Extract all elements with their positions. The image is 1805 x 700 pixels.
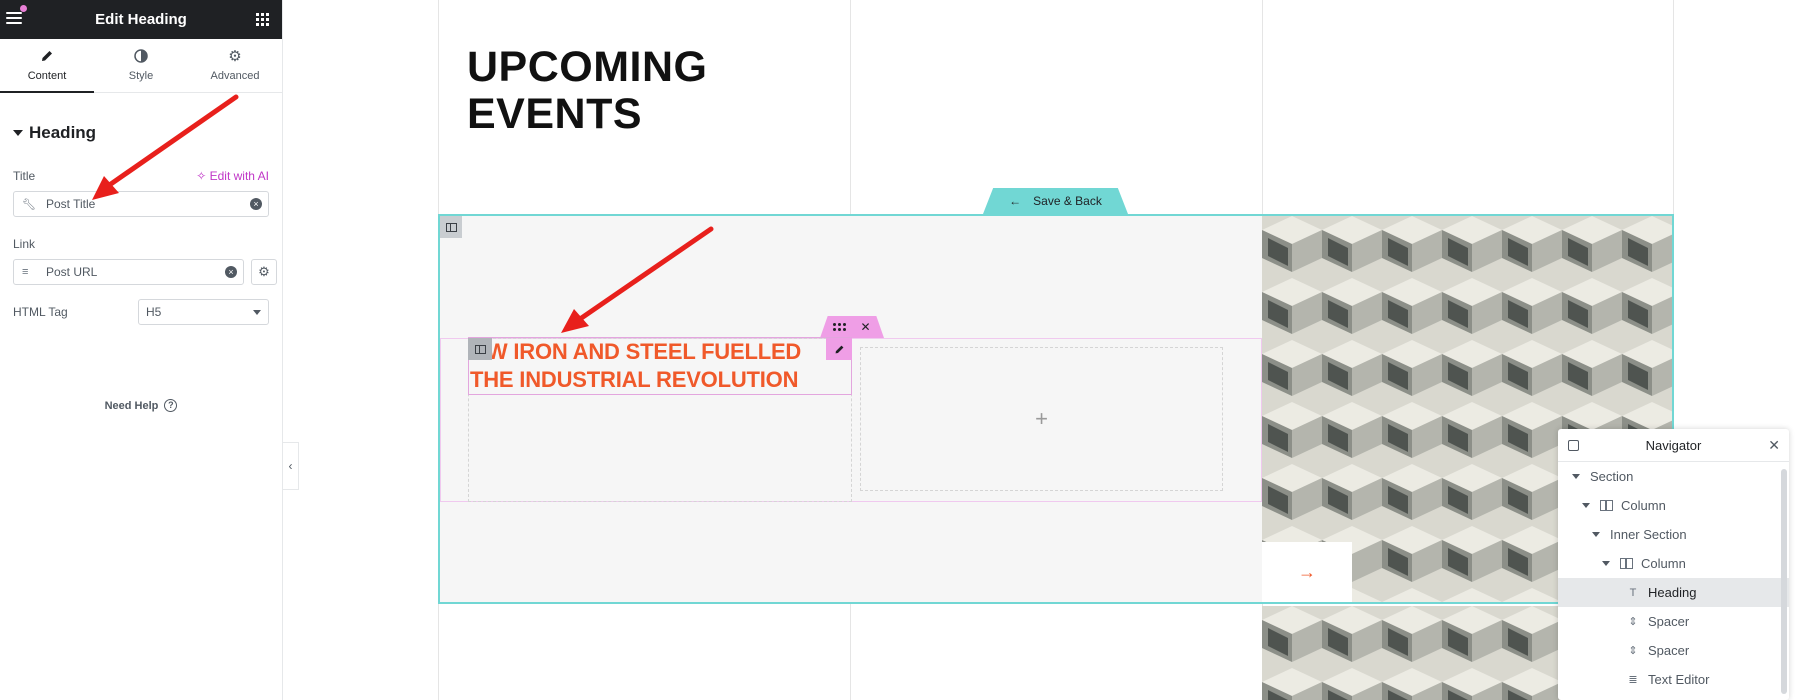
clear-link-icon[interactable]: × — [225, 266, 237, 278]
nav-item-spacer[interactable]: ⇕ Spacer — [1558, 607, 1789, 636]
drag-handle-icon[interactable] — [833, 323, 847, 331]
panel-header: Edit Heading — [0, 0, 282, 39]
page-heading[interactable]: UPCOMING EVENTS — [467, 44, 708, 138]
html-tag-value: H5 — [146, 305, 162, 319]
editor-panel: Edit Heading Content Style ⚙ Advanced He… — [0, 0, 283, 700]
html-tag-row: HTML Tag H5 — [0, 299, 282, 325]
save-back-label: Save & Back — [1033, 194, 1102, 208]
link-value: Post URL — [46, 265, 98, 279]
caret-down-icon[interactable] — [1572, 474, 1580, 479]
need-help-link[interactable]: Need Help ? — [0, 399, 282, 412]
nav-item-section[interactable]: Section — [1558, 462, 1789, 491]
heading-line1: OW IRON AND STEEL FUELLED — [470, 339, 802, 364]
html-tag-select[interactable]: H5 — [138, 299, 269, 325]
title-dynamic-field[interactable]: 🔧︎ Post Title × — [13, 191, 269, 217]
caret-down-icon[interactable] — [1592, 532, 1600, 537]
edit-with-ai-button[interactable]: ✧ Edit with AI — [196, 169, 269, 183]
chevron-down-icon — [253, 309, 261, 315]
chevron-left-icon: ‹ — [288, 459, 293, 473]
nav-item-label: Heading — [1648, 585, 1697, 600]
edit-with-ai-label: Edit with AI — [209, 169, 269, 183]
menu-icon[interactable] — [6, 12, 22, 26]
column-handle-icon[interactable] — [468, 338, 492, 360]
tab-content-label: Content — [27, 70, 67, 82]
tab-content[interactable]: Content — [0, 39, 94, 93]
post-title-heading[interactable]: OW IRON AND STEEL FUELLED THE INDUSTRIAL… — [470, 338, 850, 394]
nav-item-label: Column — [1621, 498, 1666, 513]
navigator-title: Navigator — [1645, 437, 1702, 453]
section-handle-icon[interactable] — [440, 216, 462, 238]
arrow-right-icon[interactable]: → — [1262, 542, 1352, 602]
nav-item-label: Spacer — [1648, 643, 1690, 658]
panel-title: Edit Heading — [95, 11, 187, 28]
heading-line2: THE INDUSTRIAL REVOLUTION — [470, 367, 799, 392]
nav-item-spacer[interactable]: ⇕ Spacer — [1558, 636, 1789, 665]
nav-item-label: Text Editor — [1648, 672, 1710, 687]
panel-tabs: Content Style ⚙ Advanced — [0, 39, 282, 93]
heading-section-toggle[interactable]: Heading — [13, 123, 282, 143]
tab-advanced[interactable]: ⚙ Advanced — [188, 39, 282, 92]
arrow-left-icon: ← — [1009, 194, 1022, 208]
add-widget-plus-icon[interactable]: + — [1035, 406, 1048, 432]
pencil-icon — [40, 49, 54, 65]
gear-icon: ⚙ — [228, 48, 242, 65]
save-and-back-button[interactable]: ← Save & Back — [983, 188, 1128, 214]
database-icon: ≡ — [22, 266, 29, 278]
nav-item-inner-column[interactable]: Column — [1558, 549, 1789, 578]
html-tag-label: HTML Tag — [13, 305, 68, 319]
wrench-icon: 🔧︎ — [22, 198, 36, 211]
apps-grid-icon[interactable] — [256, 13, 269, 26]
clear-title-icon[interactable]: × — [250, 198, 262, 210]
nav-item-label: Inner Section — [1610, 527, 1687, 542]
spacer-icon: ⇕ — [1628, 616, 1638, 628]
title-control-row: Title ✧ Edit with AI — [0, 169, 282, 183]
column-icon — [1600, 500, 1613, 511]
title-label: Title — [13, 169, 36, 183]
close-navigator-icon[interactable]: ✕ — [1768, 437, 1780, 454]
half-circle-icon — [134, 49, 148, 65]
inner-section-toolbar[interactable]: ✕ — [820, 316, 884, 338]
caret-down-icon[interactable] — [1602, 561, 1610, 566]
need-help-label: Need Help — [104, 399, 159, 412]
section-title: Heading — [29, 123, 97, 142]
tab-style[interactable]: Style — [94, 39, 188, 92]
nav-item-label: Column — [1641, 556, 1686, 571]
heading-icon: T — [1629, 586, 1637, 599]
page-heading-line2: EVENTS — [467, 90, 643, 138]
nav-item-text-editor[interactable]: ≣ Text Editor — [1558, 665, 1789, 694]
navigator-panel: Navigator ✕ Section Column Inner Section… — [1558, 429, 1789, 700]
notification-dot — [20, 5, 27, 12]
question-icon: ? — [164, 399, 178, 412]
title-value: Post Title — [46, 197, 96, 211]
collapse-panel-button[interactable]: ‹ — [283, 442, 299, 490]
inner-column-2-empty[interactable]: + — [860, 347, 1223, 491]
link-settings-gear-icon[interactable]: ⚙ — [251, 259, 277, 285]
caret-down-icon[interactable] — [1582, 503, 1590, 508]
nav-item-label: Section — [1590, 469, 1634, 484]
expand-all-icon[interactable] — [1568, 440, 1579, 451]
page-heading-line1: UPCOMING — [467, 43, 708, 91]
navigator-header[interactable]: Navigator ✕ — [1558, 429, 1789, 462]
nav-item-heading[interactable]: T Heading — [1558, 578, 1789, 607]
sparkle-icon: ✧ — [196, 169, 207, 183]
nav-item-label: Spacer — [1648, 614, 1690, 629]
nav-item-column[interactable]: Column — [1558, 491, 1789, 520]
text-editor-icon: ≣ — [1628, 674, 1638, 686]
spacer-icon: ⇕ — [1628, 645, 1638, 657]
tab-advanced-label: Advanced — [210, 70, 260, 82]
caret-down-icon — [13, 130, 23, 136]
link-label: Link — [13, 237, 36, 251]
navigator-scrollbar[interactable] — [1781, 469, 1787, 694]
nav-item-inner-section[interactable]: Inner Section — [1558, 520, 1789, 549]
close-icon[interactable]: ✕ — [860, 320, 870, 334]
link-control-row: Link — [0, 237, 282, 251]
edit-widget-pencil-icon[interactable] — [826, 338, 852, 360]
tab-style-label: Style — [128, 70, 154, 82]
link-dynamic-field[interactable]: ≡ Post URL × ⚙ — [13, 259, 277, 285]
column-icon — [1620, 558, 1633, 569]
